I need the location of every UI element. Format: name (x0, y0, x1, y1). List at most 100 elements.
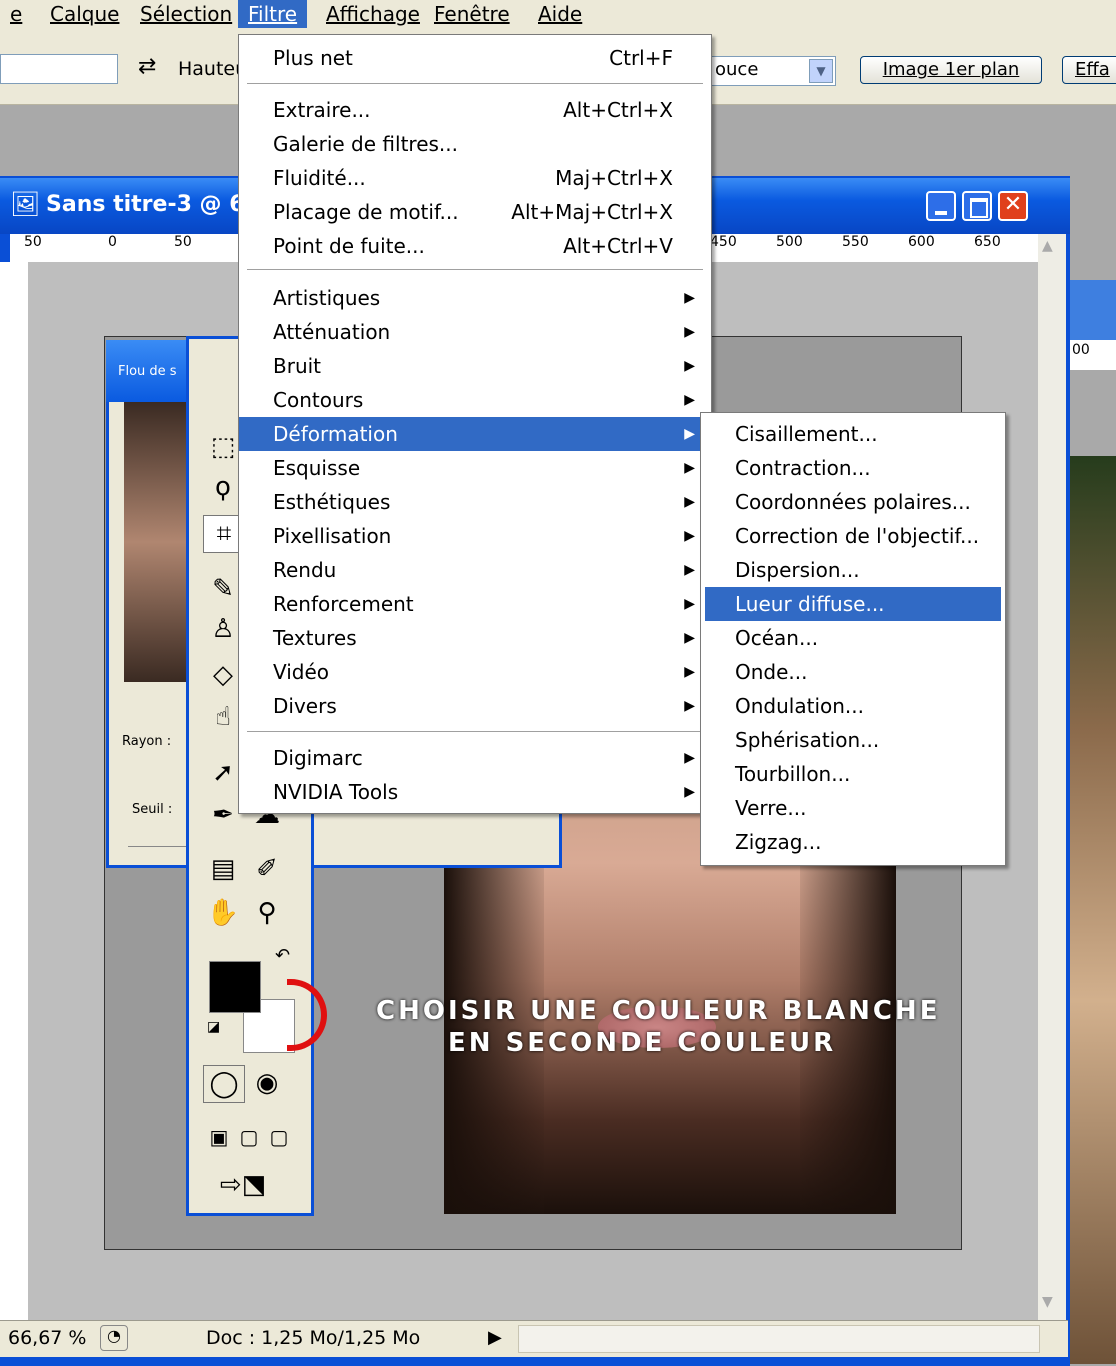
status-menu-arrow-icon[interactable]: ▶ (488, 1327, 502, 1348)
menu-selection[interactable]: Sélection (130, 0, 242, 28)
menu-item-label: Esquisse (273, 456, 361, 480)
submenu-item-label: Correction de l'objectif... (735, 524, 980, 548)
document-title: Sans titre-3 @ 6 (46, 192, 245, 217)
menu-aide[interactable]: Aide (528, 0, 592, 28)
pen-tool-icon[interactable]: ✒ (203, 797, 243, 833)
menu-item-label: Esthétiques (273, 490, 391, 514)
submenu-item-coordonnees-polaires[interactable]: Coordonnées polaires... (705, 485, 1001, 519)
submenu-arrow-icon: ▶ (684, 664, 695, 680)
menu-edition[interactable]: e (0, 0, 32, 28)
submenu-item-label: Onde... (735, 660, 808, 684)
zoom-tool-icon[interactable]: ⚲ (247, 895, 287, 931)
menu-fenetre[interactable]: Fenêtre (424, 0, 520, 28)
submenu-item-cisaillement[interactable]: Cisaillement... (705, 417, 1001, 451)
menu-item-placage[interactable]: Placage de motif... Alt+Maj+Ctrl+X (239, 195, 711, 229)
submenu-item-verre[interactable]: Verre... (705, 791, 1001, 825)
status-info-icon[interactable]: ◔ (100, 1325, 128, 1351)
screen-mode-full-icon[interactable]: ▢ (259, 1119, 299, 1155)
menu-item-renforcement[interactable]: Renforcement ▶ (239, 587, 711, 621)
submenu-item-ocean[interactable]: Océan... (705, 621, 1001, 655)
menu-item-shortcut: Alt+Ctrl+X (563, 98, 673, 122)
submenu-item-contraction[interactable]: Contraction... (705, 451, 1001, 485)
menu-separator (247, 731, 703, 732)
standard-mode-icon[interactable]: ◯ (203, 1065, 245, 1103)
smudge-tool-icon[interactable]: ☝ (203, 699, 243, 735)
default-colors-icon[interactable]: ◪ (207, 1019, 220, 1035)
menu-item-divers[interactable]: Divers ▶ (239, 689, 711, 723)
image-premier-plan-button[interactable]: Image 1er plan (860, 56, 1042, 84)
menu-item-shortcut: Ctrl+F (609, 46, 673, 70)
ruler-vertical[interactable] (0, 262, 29, 1320)
menu-item-galerie[interactable]: Galerie de filtres... (239, 127, 711, 161)
maximize-button[interactable] (962, 191, 992, 221)
notes-tool-icon[interactable]: ▤ (203, 851, 243, 887)
submenu-item-lueur-diffuse[interactable]: Lueur diffuse... (705, 587, 1001, 621)
ruler-tick-label: 650 (974, 234, 1001, 250)
eyedropper-tool-icon[interactable]: ✐ (247, 851, 287, 887)
submenu-item-zigzag[interactable]: Zigzag... (705, 825, 1001, 859)
menu-item-pixellisation[interactable]: Pixellisation ▶ (239, 519, 711, 553)
vertical-scrollbar[interactable]: ▲ ▼ (1038, 234, 1066, 1320)
menu-item-bruit[interactable]: Bruit ▶ (239, 349, 711, 383)
submenu-item-onde[interactable]: Onde... (705, 655, 1001, 689)
menu-calque[interactable]: Calque (40, 0, 129, 28)
menu-item-video[interactable]: Vidéo ▶ (239, 655, 711, 689)
scroll-down-icon[interactable]: ▼ (1042, 1294, 1053, 1310)
stamp-tool-icon[interactable]: ♙ (203, 611, 243, 647)
effacer-button[interactable]: Effa (1062, 56, 1116, 84)
submenu-item-dispersion[interactable]: Dispersion... (705, 553, 1001, 587)
chevron-down-icon[interactable]: ▼ (809, 59, 833, 83)
annotation-text-line1: CHOISIR UNE COULEUR BLANCHE (376, 996, 941, 1026)
hand-tool-icon[interactable]: ✋ (203, 895, 243, 931)
submenu-item-tourbillon[interactable]: Tourbillon... (705, 757, 1001, 791)
seuil-label: Seuil : (132, 802, 173, 817)
foreground-color-swatch[interactable] (209, 961, 261, 1013)
menu-item-esthetiques[interactable]: Esthétiques ▶ (239, 485, 711, 519)
scroll-up-icon[interactable]: ▲ (1042, 238, 1053, 254)
eraser-tool-icon[interactable]: ◇ (203, 657, 243, 693)
healing-tool-icon[interactable]: ✎ (203, 571, 243, 607)
ruler-tick-label: 50 (174, 234, 192, 250)
submenu-arrow-icon: ▶ (684, 494, 695, 510)
horizontal-scrollbar[interactable] (518, 1325, 1040, 1353)
seuil-slider[interactable] (128, 846, 192, 847)
menu-item-artistiques[interactable]: Artistiques ▶ (239, 281, 711, 315)
menu-item-point-de-fuite[interactable]: Point de fuite... Alt+Ctrl+V (239, 229, 711, 263)
zoom-level[interactable]: 66,67 % (8, 1327, 87, 1349)
menu-item-esquisse[interactable]: Esquisse ▶ (239, 451, 711, 485)
selection-arrow-icon[interactable]: ➚ (203, 755, 243, 791)
filter-dialog-title: Flou de s (118, 364, 177, 379)
menu-item-label: Textures (273, 626, 357, 650)
menu-separator (247, 83, 703, 84)
menu-item-nvidia-tools[interactable]: NVIDIA Tools ▶ (239, 775, 711, 809)
submenu-item-ondulation[interactable]: Ondulation... (705, 689, 1001, 723)
document-icon: 🖼 (10, 190, 41, 218)
menu-item-attenuation[interactable]: Atténuation ▶ (239, 315, 711, 349)
resolution-select[interactable]: ouce ▼ (710, 56, 836, 86)
submenu-item-correction-objectif[interactable]: Correction de l'objectif... (705, 519, 1001, 553)
minimize-button[interactable] (926, 191, 956, 221)
menu-item-plus-net[interactable]: Plus net Ctrl+F (239, 41, 711, 75)
menu-filtre[interactable]: Filtre (238, 0, 308, 28)
menu-item-contours[interactable]: Contours ▶ (239, 383, 711, 417)
submenu-item-label: Zigzag... (735, 830, 822, 854)
lasso-tool-icon[interactable]: ϙ (203, 469, 243, 505)
menu-item-label: Fluidité... (273, 166, 366, 190)
menu-item-fluidite[interactable]: Fluidité... Maj+Ctrl+X (239, 161, 711, 195)
submenu-item-label: Tourbillon... (735, 762, 851, 786)
submenu-item-spherisation[interactable]: Sphérisation... (705, 723, 1001, 757)
quick-mask-icon[interactable]: ◉ (247, 1065, 287, 1101)
menu-item-deformation[interactable]: Déformation ▶ (239, 417, 711, 451)
menu-affichage[interactable]: Affichage (316, 0, 430, 28)
swap-colors-icon[interactable]: ↶ (275, 945, 290, 966)
menu-item-textures[interactable]: Textures ▶ (239, 621, 711, 655)
width-field[interactable] (0, 54, 118, 84)
menu-item-rendu[interactable]: Rendu ▶ (239, 553, 711, 587)
menu-item-digimarc[interactable]: Digimarc ▶ (239, 741, 711, 775)
jump-to-imageready-icon[interactable]: ⇨⬔ (203, 1167, 283, 1203)
close-button[interactable]: ✕ (998, 191, 1028, 221)
menu-item-extraire[interactable]: Extraire... Alt+Ctrl+X (239, 93, 711, 127)
swap-icon[interactable]: ⇄ (138, 54, 156, 79)
marquee-tool-icon[interactable]: ⬚ (203, 429, 243, 465)
ruler-tick-label: 550 (842, 234, 869, 250)
